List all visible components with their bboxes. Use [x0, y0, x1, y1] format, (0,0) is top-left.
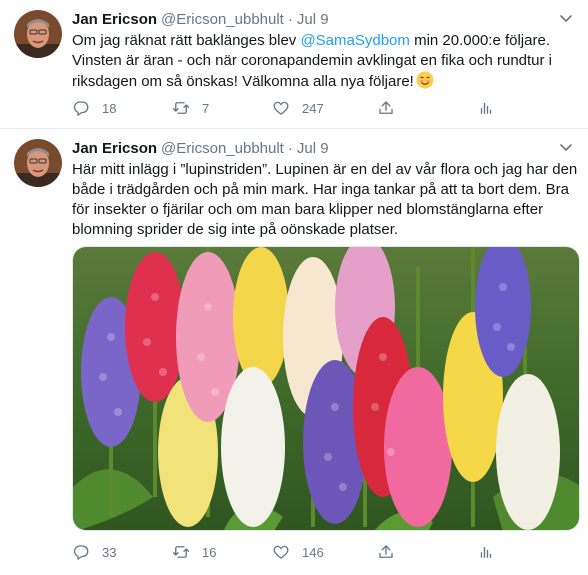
- reply-button[interactable]: 18: [72, 98, 116, 118]
- separator: ·: [287, 11, 293, 28]
- retweet-count: 16: [202, 544, 217, 560]
- like-count: 247: [302, 100, 324, 116]
- retweet-icon: [172, 546, 190, 558]
- avatar[interactable]: [14, 139, 62, 187]
- like-icon: [273, 545, 289, 559]
- tweet-text: Här mitt inlägg i ”lupinstriden”. Lupine…: [72, 161, 578, 238]
- tweet-header: Jan Ericson @Ericson_ubbhult · Jul 9: [72, 140, 329, 158]
- share-button[interactable]: [377, 542, 395, 562]
- reply-button[interactable]: 33: [72, 542, 116, 562]
- reply-count: 18: [102, 100, 117, 116]
- retweet-button[interactable]: 7: [172, 98, 209, 118]
- lupine-flowers-photo[interactable]: [72, 246, 580, 531]
- tweet-date[interactable]: Jul 9: [297, 11, 329, 28]
- tweet[interactable]: Jan Ericson @Ericson_ubbhult · Jul 9 Om jag…: [0, 0, 588, 129]
- like-button[interactable]: 146: [272, 542, 324, 562]
- tweet[interactable]: Jan Ericson @Ericson_ubbhult · Jul 9 Här mi…: [0, 129, 588, 575]
- author-handle[interactable]: @Ericson_ubbhult: [161, 11, 284, 28]
- share-icon: [379, 545, 393, 558]
- tweet-actions: 33 16 146: [72, 542, 512, 562]
- like-icon: [273, 101, 289, 115]
- tweet-date[interactable]: Jul 9: [297, 140, 329, 157]
- reply-icon: [73, 101, 89, 116]
- reply-icon: [73, 545, 89, 560]
- analytics-button[interactable]: [477, 98, 495, 118]
- share-icon: [379, 101, 393, 114]
- mention-link[interactable]: @SamaSydbom: [300, 32, 409, 49]
- author-name[interactable]: Jan Ericson: [72, 11, 157, 28]
- chevron-down-icon[interactable]: [556, 137, 576, 157]
- tweet-text: Om jag räknat rätt baklänges blev @SamaS…: [72, 31, 578, 92]
- analytics-icon: [480, 102, 492, 114]
- avatar[interactable]: [14, 10, 62, 58]
- like-count: 146: [302, 544, 324, 560]
- retweet-button[interactable]: 16: [172, 542, 216, 562]
- separator: ·: [287, 140, 293, 157]
- author-name[interactable]: Jan Ericson: [72, 140, 157, 157]
- like-button[interactable]: 247: [272, 98, 324, 118]
- analytics-icon: [480, 546, 492, 558]
- chevron-down-icon[interactable]: [556, 8, 576, 28]
- retweet-icon: [172, 102, 190, 114]
- smiling-face-emoji: [416, 71, 434, 89]
- tweet-header: Jan Ericson @Ericson_ubbhult · Jul 9: [72, 11, 329, 29]
- tweet-text-part: Om jag räknat rätt baklänges blev: [72, 32, 301, 49]
- tweet-actions: 18 7 247: [72, 98, 512, 118]
- author-handle[interactable]: @Ericson_ubbhult: [161, 140, 284, 157]
- reply-count: 33: [102, 544, 117, 560]
- analytics-button[interactable]: [477, 542, 495, 562]
- retweet-count: 7: [202, 100, 210, 116]
- share-button[interactable]: [377, 98, 395, 118]
